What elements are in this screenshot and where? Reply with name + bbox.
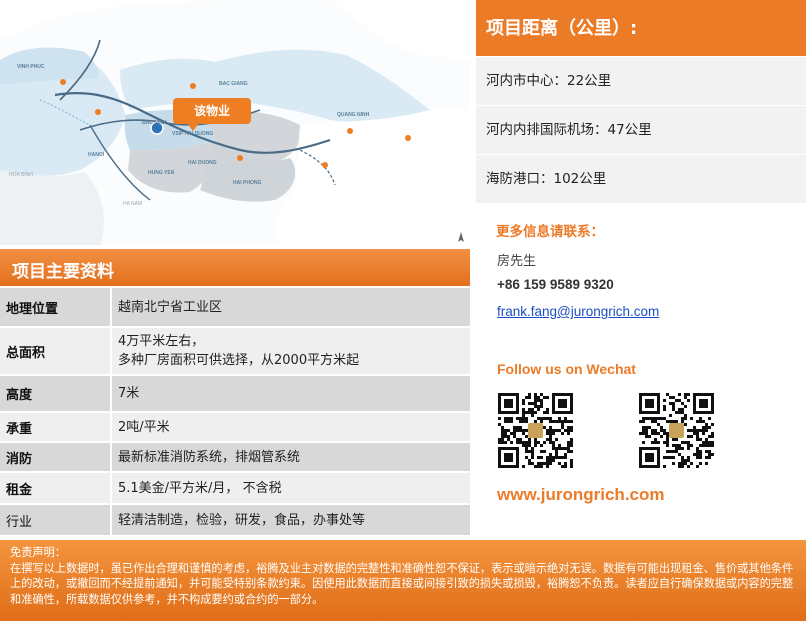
contact-title: 更多信息请联系： <box>496 224 604 240</box>
label-ha-nam: HA NAM <box>123 201 143 207</box>
distance-row: 河内内排国际机场：47公里 <box>476 106 806 154</box>
table-row: 承重 2吨/平米 <box>0 413 470 443</box>
row-value: 最新标准消防系统，排烟管系统 <box>110 443 470 473</box>
disclaimer: 免责声明： 在撰写以上数据时，虽已作出合理和谨慎的考虑，裕腾及业主对数据的完整性… <box>0 540 806 621</box>
label-hoa-binh: HOA BINH <box>9 172 33 178</box>
row-key: 承重 <box>0 413 110 443</box>
contact-email-link[interactable]: frank.fang@jurongrich.com <box>497 304 659 319</box>
row-value: 5.1美金/平方米/月， 不含税 <box>110 473 470 505</box>
row-key: 地理位置 <box>0 288 110 328</box>
distance-title: 项目距离（公里）: <box>476 0 806 56</box>
table-row: 地理位置 越南北宁省工业区 <box>0 288 470 328</box>
table-row: 租金 5.1美金/平方米/月， 不含税 <box>0 473 470 505</box>
distance-row: 海防港口：102公里 <box>476 155 806 203</box>
row-value: 轻清洁制造，检验，研发，食品，办事处等 <box>110 505 470 537</box>
row-key: 行业 <box>0 505 110 537</box>
row-value: 4万平米左右， 多种厂房面积可供选择，从2000平方米起 <box>110 328 470 376</box>
qr-code-icon <box>498 393 573 468</box>
label-hung-yen: HUNG YEN <box>148 170 175 176</box>
property-tag: 该物业 <box>173 98 251 131</box>
disclaimer-text: 在撰写以上数据时，虽已作出合理和谨慎的考虑，裕腾及业主对数据的完整性和准确性恕不… <box>10 561 794 606</box>
website-link[interactable]: www.jurongrich.com <box>497 485 665 505</box>
row-value: 7米 <box>110 376 470 413</box>
info-title: 项目主要资料 <box>0 249 470 286</box>
qr-code-icon <box>639 393 714 468</box>
wechat-qr-code-official <box>638 393 724 469</box>
label-bac-ninh: BAC NINH <box>142 120 167 126</box>
label-hai-duong: HAI DUONG <box>188 160 217 166</box>
follow-wechat-label: Follow us on Wechat <box>497 361 636 377</box>
label-vsip: VSIP HAI DUONG <box>172 131 214 137</box>
location-map: VINH PHUC HANOI HOA BINH HA NAM BAC GIAN… <box>0 0 470 245</box>
distance-row: 河内市中心：22公里 <box>476 57 806 105</box>
table-row: 总面积 4万平米左右， 多种厂房面积可供选择，从2000平方米起 <box>0 328 470 376</box>
contact-name: 房先生 <box>497 254 537 269</box>
table-row: 高度 7米 <box>0 376 470 413</box>
label-vinh-phuc: VINH PHUC <box>17 64 45 70</box>
table-row: 行业 轻清洁制造，检验，研发，食品，办事处等 <box>0 505 470 537</box>
label-bac-giang: BAC GIANG <box>219 81 248 87</box>
row-key: 总面积 <box>0 328 110 376</box>
row-key: 租金 <box>0 473 110 505</box>
disclaimer-title: 免责声明： <box>10 546 66 559</box>
label-hanoi: HANOI <box>88 152 105 158</box>
wechat-qr-code-personal <box>497 393 583 469</box>
row-key: 消防 <box>0 443 110 473</box>
label-quang-ninh: QUANG NINH <box>337 112 370 118</box>
row-value: 2吨/平米 <box>110 413 470 443</box>
contact-phone: +86 159 9589 9320 <box>497 277 614 292</box>
row-key: 高度 <box>0 376 110 413</box>
row-value: 越南北宁省工业区 <box>110 288 470 328</box>
label-hai-phong: HAI PHONG <box>233 180 262 186</box>
table-row: 消防 最新标准消防系统，排烟管系统 <box>0 443 470 473</box>
